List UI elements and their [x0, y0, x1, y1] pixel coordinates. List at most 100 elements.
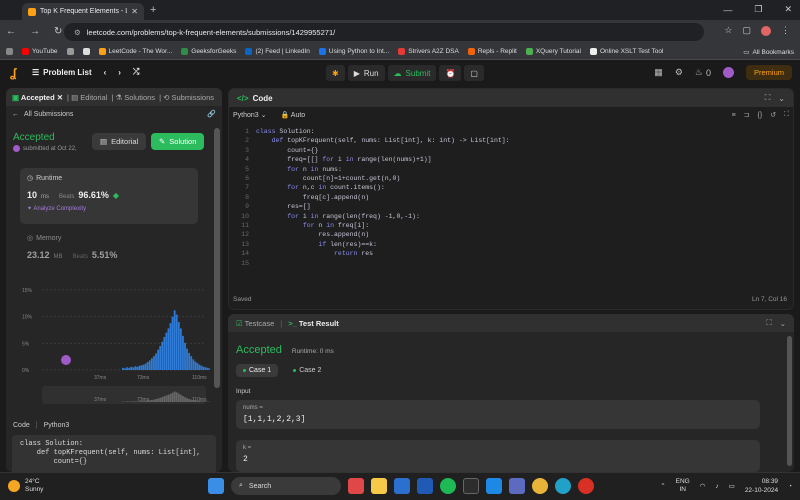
histogram-bar[interactable] [175, 314, 178, 370]
layout-icon[interactable]: ▦ [654, 67, 663, 78]
edge-icon[interactable] [555, 478, 571, 494]
minimize-icon[interactable]: — [723, 5, 732, 15]
histogram-bar[interactable] [198, 364, 201, 370]
histogram-bar[interactable] [179, 328, 182, 370]
histogram-bar[interactable] [161, 341, 164, 370]
close-window-icon[interactable]: ✕ [784, 4, 792, 15]
tray-chevron-icon[interactable]: ⌃ [660, 482, 665, 490]
teams-icon[interactable] [509, 478, 525, 494]
histogram-bar[interactable] [208, 368, 210, 370]
histogram-bar[interactable] [124, 368, 126, 370]
reset-icon[interactable]: ↺ [770, 111, 776, 119]
shuffle-icon[interactable]: ⤮ [133, 67, 139, 77]
editorial-button[interactable]: ▤ Editorial [92, 133, 147, 150]
terminal-icon[interactable] [463, 478, 479, 494]
bookmark-replit[interactable]: Repls - Replit [467, 48, 517, 55]
bookmark-xslt[interactable]: Online XSLT Test Tool [590, 48, 663, 55]
bookmark-gfg[interactable]: GeeksforGeeks [181, 48, 236, 55]
bookmark-xquery[interactable]: XQuery Tutorial [525, 48, 581, 55]
all-submissions-link[interactable]: ← All Submissions 🔗 [6, 106, 222, 122]
maximize-panel-icon[interactable]: ⛶ [765, 93, 771, 103]
braces-icon[interactable]: {} [758, 112, 763, 119]
battery-icon[interactable]: ▭ [729, 482, 735, 490]
histogram-bar[interactable] [184, 342, 186, 370]
menu-icon[interactable]: ⋮ [781, 25, 790, 36]
copilot-icon[interactable] [348, 478, 364, 494]
histogram-bar[interactable] [142, 364, 145, 370]
tab-submissions[interactable]: | ⟲ Submissions [159, 93, 214, 102]
next-problem-icon[interactable]: › [118, 68, 121, 77]
wifi-icon[interactable]: ◠ [700, 482, 706, 490]
share-icon[interactable]: 🔗 [207, 110, 216, 118]
tab-test-result[interactable]: >_ Test Result [288, 319, 339, 328]
histogram-bar[interactable] [177, 322, 180, 370]
histogram-bar[interactable] [134, 366, 137, 370]
format-icon[interactable]: ≡ [732, 112, 736, 119]
language-indicator[interactable]: ENG IN [676, 478, 690, 494]
analyze-complexity-link[interactable]: ✦ Analyze Complexity [27, 205, 191, 212]
histogram-bar[interactable] [182, 335, 184, 370]
vscode-icon[interactable] [486, 478, 502, 494]
submit-button[interactable]: ☁ Submit [387, 65, 437, 81]
bookmark-linkedin[interactable]: (2) Feed | LinkedIn [245, 48, 310, 55]
auto-mode[interactable]: 🔒 Auto [281, 111, 306, 119]
histogram-bar[interactable] [196, 363, 199, 370]
histogram-bar[interactable] [157, 349, 159, 370]
coins-button[interactable]: ♨ 0 [695, 67, 711, 78]
windows-start-icon[interactable] [208, 478, 224, 494]
forward-icon[interactable]: → [30, 26, 40, 37]
histogram-bar[interactable] [167, 328, 170, 370]
file-explorer-icon[interactable] [371, 478, 387, 494]
test-scrollbar[interactable] [787, 336, 792, 466]
histogram-bar[interactable] [153, 356, 155, 370]
maximize-icon[interactable]: ❐ [754, 4, 762, 15]
close-tab-icon[interactable]: ✕ [131, 7, 138, 16]
histogram-bar[interactable] [130, 366, 133, 370]
collapse-panel-icon[interactable]: ⌄ [778, 94, 785, 103]
volume-icon[interactable]: ♪ [715, 483, 718, 490]
histogram-bar[interactable] [138, 365, 141, 370]
settings-icon[interactable]: ⚙ [675, 67, 683, 78]
histogram-bar[interactable] [200, 365, 203, 370]
bookmark-star-icon[interactable]: ☆ [724, 25, 732, 36]
timer-button[interactable]: ⏰ [439, 65, 462, 81]
runtime-card[interactable]: ◷ Runtime 10 ms Beats 96.61% ◆ ✦ Analyze … [20, 168, 198, 224]
histogram-bar[interactable] [150, 358, 153, 370]
tab-accepted[interactable]: ▣ Accepted ✕ [12, 93, 63, 102]
histogram-bar[interactable] [190, 356, 193, 370]
github-icon[interactable] [66, 48, 74, 55]
apps-icon[interactable] [6, 48, 13, 55]
clock[interactable]: 08:39 22-10-2024 [745, 477, 778, 495]
tab-testcase[interactable]: ☑ Testcase [236, 319, 274, 328]
histogram-bar[interactable] [159, 346, 162, 370]
memory-card[interactable]: ◎ Memory 23.12 MB Beats 5.51% [20, 228, 198, 268]
all-bookmarks[interactable]: ▭ All Bookmarks [743, 48, 794, 57]
language-select[interactable]: Python3 ⌄ [233, 111, 267, 119]
mail-icon[interactable] [394, 478, 410, 494]
bookmark-python[interactable]: Using Python to Int... [318, 48, 389, 55]
premium-button[interactable]: Premium [745, 65, 792, 80]
site-info-icon[interactable]: ⚙ [74, 28, 81, 37]
left-scrollbar[interactable] [214, 128, 220, 388]
back-icon[interactable]: ← [6, 26, 16, 37]
histogram-bar[interactable] [194, 361, 197, 370]
histogram-bar[interactable] [136, 366, 139, 370]
bookmark-strivers[interactable]: Strivers A2Z DSA [398, 48, 459, 55]
code-editor[interactable]: 1 2 3 4 5 6 7 8 9 10 11 12 13 14 15 clas… [229, 127, 793, 287]
problem-list-button[interactable]: ☰ Problem List [32, 68, 92, 77]
tab-editorial[interactable]: | ▤ Editorial [67, 93, 107, 102]
histogram-bar[interactable] [169, 323, 172, 370]
histogram-bar[interactable] [171, 316, 174, 370]
run-button[interactable]: ▶ Run [347, 65, 385, 81]
histogram-bar[interactable] [148, 360, 151, 370]
solution-button[interactable]: ✎ Solution [151, 133, 205, 150]
histogram-bar[interactable] [186, 348, 188, 370]
chrome-icon[interactable] [532, 478, 548, 494]
histogram-bar[interactable] [128, 367, 131, 370]
notion-icon[interactable] [82, 48, 90, 55]
bookmark-youtube[interactable]: YouTube [22, 48, 58, 55]
histogram-bar[interactable] [165, 332, 168, 370]
bookmark-icon[interactable]: ⊐ [744, 111, 750, 119]
histogram-bar[interactable] [188, 352, 191, 370]
extensions-icon[interactable]: ▢ [742, 25, 751, 36]
